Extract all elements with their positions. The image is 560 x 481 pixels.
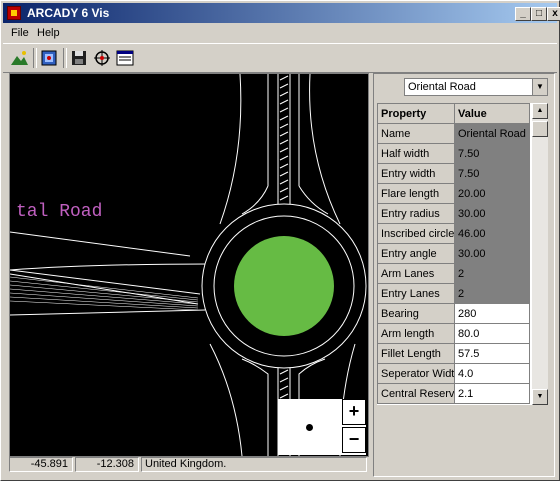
property-row[interactable]: Seperator Widtl 4.0 xyxy=(377,363,530,384)
property-row[interactable]: Entry Lanes 2 xyxy=(377,283,530,304)
zoom-in-button[interactable]: + xyxy=(342,399,366,425)
app-window: ARCADY 6 Vis _ □ x File Help tal Road + … xyxy=(0,0,560,481)
scroll-thumb[interactable] xyxy=(532,121,548,137)
property-name: Fillet Length xyxy=(377,343,455,364)
window-icon[interactable] xyxy=(115,48,135,68)
map-canvas[interactable]: tal Road + − xyxy=(9,73,369,457)
property-value[interactable]: 4.0 xyxy=(454,363,530,384)
property-value[interactable]: 280 xyxy=(454,303,530,324)
property-grid[interactable]: Property Value Name Oriental Road Half wid… xyxy=(377,103,532,405)
zoom-out-button[interactable]: − xyxy=(342,427,366,453)
property-name: Entry radius xyxy=(377,203,455,224)
property-name: Half width xyxy=(377,143,455,164)
property-row[interactable]: Bearing 280 xyxy=(377,303,530,324)
chevron-down-icon[interactable]: ▼ xyxy=(532,79,547,95)
scroll-down-icon[interactable]: ▼ xyxy=(532,389,548,405)
status-bar: -45.891 -12.308 United Kingdom. xyxy=(9,457,369,473)
property-value[interactable]: 2.1 xyxy=(454,383,530,404)
arm-select[interactable]: Oriental Road ▼ xyxy=(404,78,548,96)
property-value: 2 xyxy=(454,283,530,304)
property-value: 30.00 xyxy=(454,243,530,264)
property-value: 20.00 xyxy=(454,183,530,204)
close-button[interactable]: x xyxy=(547,7,560,21)
property-name: Flare length xyxy=(377,183,455,204)
terrain-icon[interactable] xyxy=(9,48,29,68)
property-value[interactable]: 57.5 xyxy=(454,343,530,364)
property-scrollbar[interactable]: ▲ ▼ xyxy=(532,103,548,405)
window-title: ARCADY 6 Vis xyxy=(27,6,110,20)
zoom-control: + − xyxy=(278,399,366,455)
column-header-property[interactable]: Property xyxy=(377,103,455,124)
status-y-coordinate: -12.308 xyxy=(75,457,139,472)
property-name: Arm length xyxy=(377,323,455,344)
toolbar xyxy=(3,43,557,73)
property-name: Bearing xyxy=(377,303,455,324)
road-label: tal Road xyxy=(16,202,102,222)
property-row[interactable]: Half width 7.50 xyxy=(377,143,530,164)
scroll-up-icon[interactable]: ▲ xyxy=(532,103,548,119)
property-value: 46.00 xyxy=(454,223,530,244)
toolbar-separator xyxy=(63,48,67,68)
center-dot-icon xyxy=(306,424,313,431)
property-row[interactable]: Entry width 7.50 xyxy=(377,163,530,184)
save-icon[interactable] xyxy=(69,48,89,68)
property-value: 30.00 xyxy=(454,203,530,224)
minimize-button[interactable]: _ xyxy=(515,7,531,21)
property-value[interactable]: 80.0 xyxy=(454,323,530,344)
property-row[interactable]: Central Reserv 2.1 xyxy=(377,383,530,404)
toolbar-separator xyxy=(33,48,37,68)
app-icon[interactable] xyxy=(7,6,21,20)
target-icon[interactable] xyxy=(92,48,112,68)
property-row[interactable]: Fillet Length 57.5 xyxy=(377,343,530,364)
property-name: Seperator Widtl xyxy=(377,363,455,384)
property-value: Oriental Road xyxy=(454,123,530,144)
status-x-coordinate: -45.891 xyxy=(9,457,73,472)
properties-panel: Oriental Road ▼ Property Value Name Orien… xyxy=(373,73,555,477)
property-value: 7.50 xyxy=(454,163,530,184)
maximize-button[interactable]: □ xyxy=(531,7,547,21)
arm-select-value: Oriental Road xyxy=(408,81,476,93)
property-name: Entry width xyxy=(377,163,455,184)
property-row[interactable]: Flare length 20.00 xyxy=(377,183,530,204)
property-name: Name xyxy=(377,123,455,144)
property-row[interactable]: Arm Lanes 2 xyxy=(377,263,530,284)
property-row[interactable]: Name Oriental Road xyxy=(377,123,530,144)
property-name: Entry angle xyxy=(377,243,455,264)
central-island xyxy=(234,236,334,336)
center-view-button[interactable] xyxy=(278,399,340,455)
property-row[interactable]: Arm length 80.0 xyxy=(377,323,530,344)
title-bar[interactable]: ARCADY 6 Vis _ □ x xyxy=(3,3,560,23)
status-region: United Kingdom. xyxy=(141,457,367,472)
property-name: Arm Lanes xyxy=(377,263,455,284)
menu-file[interactable]: File xyxy=(11,27,29,39)
property-row[interactable]: Entry radius 30.00 xyxy=(377,203,530,224)
menu-help[interactable]: Help xyxy=(37,27,60,39)
image-icon[interactable] xyxy=(39,48,59,68)
property-row[interactable]: Entry angle 30.00 xyxy=(377,243,530,264)
property-name: Central Reserv xyxy=(377,383,455,404)
property-value: 7.50 xyxy=(454,143,530,164)
property-name: Entry Lanes xyxy=(377,283,455,304)
property-row[interactable]: Inscribed circle 46.00 xyxy=(377,223,530,244)
property-name: Inscribed circle xyxy=(377,223,455,244)
column-header-value[interactable]: Value xyxy=(454,103,530,124)
property-value: 2 xyxy=(454,263,530,284)
